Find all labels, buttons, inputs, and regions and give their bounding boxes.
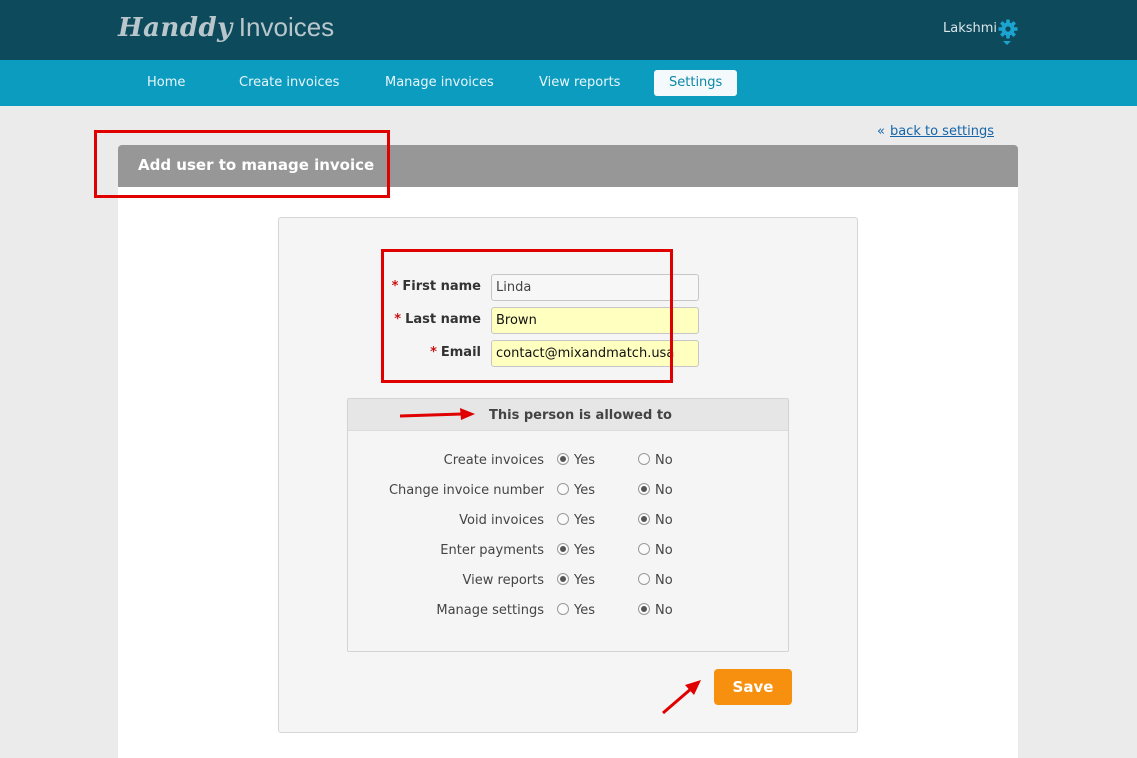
no-label: No bbox=[655, 603, 673, 618]
no-label: No bbox=[655, 483, 673, 498]
nav-manage-invoices[interactable]: Manage invoices bbox=[385, 70, 494, 96]
user-name[interactable]: Lakshmi bbox=[943, 21, 997, 36]
double-chevron-left-icon: « bbox=[877, 124, 885, 139]
logo-plain-text: Invoices bbox=[238, 12, 335, 42]
no-label: No bbox=[655, 453, 673, 468]
yes-label: Yes bbox=[574, 543, 595, 558]
app-logo[interactable]: Handdy Invoices bbox=[118, 12, 334, 43]
save-button[interactable]: Save bbox=[714, 669, 792, 705]
perm-create-invoices-yes-radio[interactable] bbox=[557, 453, 569, 465]
back-link-label: back to settings bbox=[889, 124, 995, 139]
permissions-title: This person is allowed to bbox=[489, 408, 672, 423]
perm-void-invoices-yes-radio[interactable] bbox=[557, 513, 569, 525]
nav-create-invoices[interactable]: Create invoices bbox=[239, 70, 339, 96]
yes-label: Yes bbox=[574, 483, 595, 498]
yes-label: Yes bbox=[574, 453, 595, 468]
annotation-box-title bbox=[94, 130, 390, 198]
perm-change-invoice-number-label: Change invoice number bbox=[388, 483, 544, 498]
logo-script-text: Handdy bbox=[118, 13, 233, 43]
perm-void-invoices-label: Void invoices bbox=[459, 513, 544, 528]
perm-enter-payments-label: Enter payments bbox=[440, 543, 544, 558]
nav-view-reports[interactable]: View reports bbox=[539, 70, 620, 96]
perm-manage-settings-no-radio[interactable] bbox=[638, 603, 650, 615]
perm-create-invoices-no-radio[interactable] bbox=[638, 453, 650, 465]
no-label: No bbox=[655, 573, 673, 588]
chevron-down-icon[interactable] bbox=[1003, 41, 1011, 45]
perm-enter-payments-yes-radio[interactable] bbox=[557, 543, 569, 555]
no-label: No bbox=[655, 513, 673, 528]
perm-void-invoices-no-radio[interactable] bbox=[638, 513, 650, 525]
perm-manage-settings-yes-radio[interactable] bbox=[557, 603, 569, 615]
perm-manage-settings-label: Manage settings bbox=[436, 603, 544, 618]
perm-create-invoices-label: Create invoices bbox=[443, 453, 544, 468]
perm-change-invoice-number-yes-radio[interactable] bbox=[557, 483, 569, 495]
annotation-box-fields bbox=[381, 249, 673, 383]
perm-view-reports-no-radio[interactable] bbox=[638, 573, 650, 585]
perm-enter-payments-no-radio[interactable] bbox=[638, 543, 650, 555]
perm-change-invoice-number-no-radio[interactable] bbox=[638, 483, 650, 495]
back-to-settings-link[interactable]: « back to settings bbox=[877, 124, 994, 139]
gear-icon[interactable] bbox=[998, 19, 1018, 39]
yes-label: Yes bbox=[574, 573, 595, 588]
perm-view-reports-yes-radio[interactable] bbox=[557, 573, 569, 585]
perm-view-reports-label: View reports bbox=[462, 573, 544, 588]
yes-label: Yes bbox=[574, 603, 595, 618]
nav-settings[interactable]: Settings bbox=[654, 70, 738, 96]
no-label: No bbox=[655, 543, 673, 558]
yes-label: Yes bbox=[574, 513, 595, 528]
nav-home[interactable]: Home bbox=[147, 70, 185, 96]
